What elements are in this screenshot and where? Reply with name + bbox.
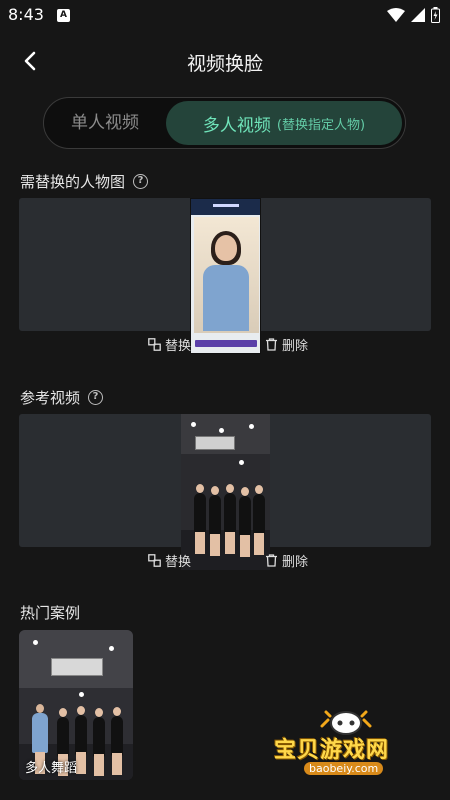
trash-icon [266,554,278,567]
swap-icon [148,338,161,351]
video-actions: 替换 删除 [148,551,308,570]
tab-single-video[interactable]: 单人视频 [44,98,166,148]
swap-icon [148,554,161,567]
case-label: 多人舞蹈 [25,761,78,776]
replace-label: 替换 [165,339,192,354]
delete-video-button[interactable]: 删除 [265,551,308,570]
tab-multi-note: (替换指定人物) [276,117,366,133]
battery-icon [431,7,440,23]
help-icon[interactable]: ? [88,390,104,405]
watermark-text: 宝贝游戏网 [274,738,390,763]
wifi-icon [387,8,405,22]
case-card[interactable]: 多人舞蹈 [19,630,133,780]
face-section-title: 需替换的人物图 ? [20,171,149,192]
help-icon[interactable]: ? [133,174,149,189]
tab-multi-video[interactable]: 多人视频 (替换指定人物) [166,101,402,145]
watermark-url: baobeiy.com [304,762,384,775]
delete-face-button[interactable]: 删除 [265,335,308,354]
face-section-label: 需替换的人物图 [20,173,126,191]
reference-video-thumbnail [181,414,270,570]
cases-section-title: 热门案例 [20,602,80,623]
video-section-label: 参考视频 [20,389,81,407]
header: 视频换脸 [0,38,450,84]
face-actions: 替换 删除 [148,335,308,354]
face-image-thumbnail [190,198,261,354]
video-section-title: 参考视频 ? [20,387,104,408]
replace-face-button[interactable]: 替换 [148,335,191,354]
mode-switch: 单人视频 多人视频 (替换指定人物) [43,97,406,149]
trash-icon [266,338,278,351]
delete-label: 删除 [282,555,309,570]
tab-multi-label: 多人视频 [202,115,271,136]
status-icons [387,7,440,23]
signal-icon [411,8,425,22]
replace-video-button[interactable]: 替换 [148,551,191,570]
page-title: 视频换脸 [186,53,263,75]
cases-section-label: 热门案例 [20,604,81,622]
status-time: 8:43 [8,5,44,24]
notification-app-icon: A [57,9,70,22]
watermark: 宝贝游戏网 baobeiy.com [272,706,422,786]
delete-label: 删除 [282,339,309,354]
status-bar: 8:43 A [0,0,450,32]
replace-label: 替换 [165,555,192,570]
